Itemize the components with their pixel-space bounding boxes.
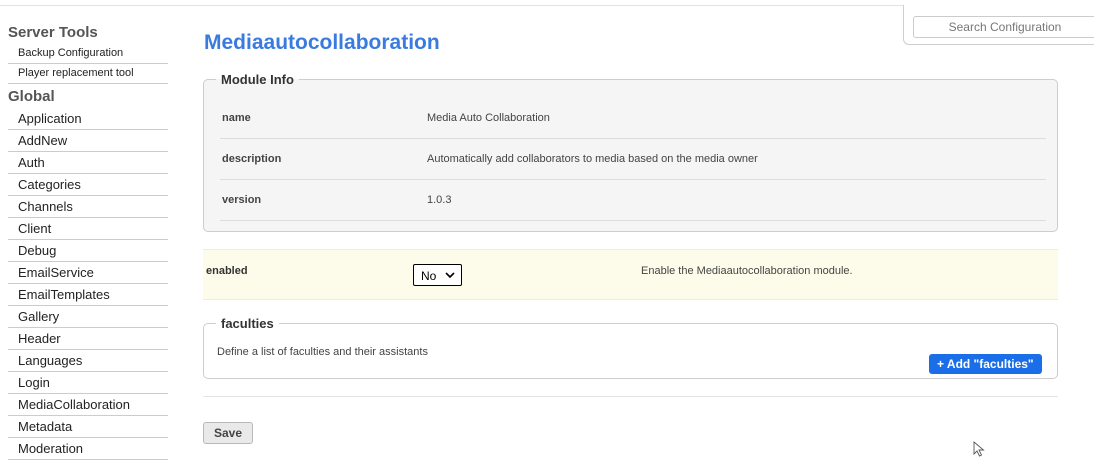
sidebar-item-emailtemplates[interactable]: EmailTemplates: [8, 284, 168, 306]
enabled-description: Enable the Mediaautocollaboration module…: [641, 265, 853, 277]
sidebar-item-player-replacement-tool[interactable]: Player replacement tool: [8, 64, 168, 84]
sidebar-item-metadata[interactable]: Metadata: [8, 416, 168, 438]
enabled-setting-row: enabled No Enable the Mediaautocollabora…: [203, 249, 1058, 300]
info-value: Automatically add collaborators to media…: [427, 153, 758, 165]
info-row-version: version 1.0.3: [220, 180, 1046, 221]
info-value: Media Auto Collaboration: [427, 112, 550, 124]
chevron-down-icon: [445, 267, 455, 286]
search-panel: [903, 5, 1094, 45]
search-input[interactable]: [913, 16, 1094, 38]
module-info-panel: Module Info name Media Auto Collaboratio…: [203, 72, 1058, 232]
sidebar-item-channels[interactable]: Channels: [8, 196, 168, 218]
sidebar-item-emailservice[interactable]: EmailService: [8, 262, 168, 284]
info-key: name: [222, 112, 251, 124]
enabled-select-value: No: [421, 269, 437, 283]
sidebar-item-debug[interactable]: Debug: [8, 240, 168, 262]
sidebar-item-languages[interactable]: Languages: [8, 350, 168, 372]
faculties-description: Define a list of faculties and their ass…: [217, 346, 428, 358]
info-value: 1.0.3: [427, 194, 452, 206]
sidebar-heading-server-tools: Server Tools: [8, 24, 98, 41]
module-info-table: name Media Auto Collaboration descriptio…: [220, 98, 1046, 221]
save-button[interactable]: Save: [203, 422, 253, 444]
sidebar-item-auth[interactable]: Auth: [8, 152, 168, 174]
sidebar-item-application[interactable]: Application: [8, 108, 168, 130]
sidebar-item-backup-configuration[interactable]: Backup Configuration: [8, 44, 168, 64]
mouse-cursor-icon: [973, 441, 985, 457]
sidebar-item-header[interactable]: Header: [8, 328, 168, 350]
info-row-name: name Media Auto Collaboration: [220, 98, 1046, 139]
info-row-description: description Automatically add collaborat…: [220, 139, 1046, 180]
enabled-label: enabled: [206, 265, 248, 277]
faculties-panel: faculties Define a list of faculties and…: [203, 316, 1058, 379]
sidebar-heading-global: Global: [8, 88, 55, 105]
sidebar-item-login[interactable]: Login: [8, 372, 168, 394]
module-info-legend: Module Info: [221, 72, 294, 87]
sidebar-item-moderation[interactable]: Moderation: [8, 438, 168, 460]
sidebar-item-addnew[interactable]: AddNew: [8, 130, 168, 152]
sidebar: Server Tools Backup Configuration Player…: [8, 22, 168, 460]
sidebar-item-gallery[interactable]: Gallery: [8, 306, 168, 328]
info-key: version: [222, 194, 262, 206]
faculties-legend: faculties: [221, 316, 274, 331]
sidebar-item-mediacollaboration[interactable]: MediaCollaboration: [8, 394, 168, 416]
add-faculties-button[interactable]: + Add "faculties": [929, 354, 1042, 374]
page-title: Mediaautocollaboration: [204, 31, 440, 54]
enabled-select[interactable]: No: [413, 264, 462, 286]
sidebar-item-categories[interactable]: Categories: [8, 174, 168, 196]
form-divider: [203, 396, 1058, 397]
info-key: description: [222, 153, 282, 165]
sidebar-item-client[interactable]: Client: [8, 218, 168, 240]
